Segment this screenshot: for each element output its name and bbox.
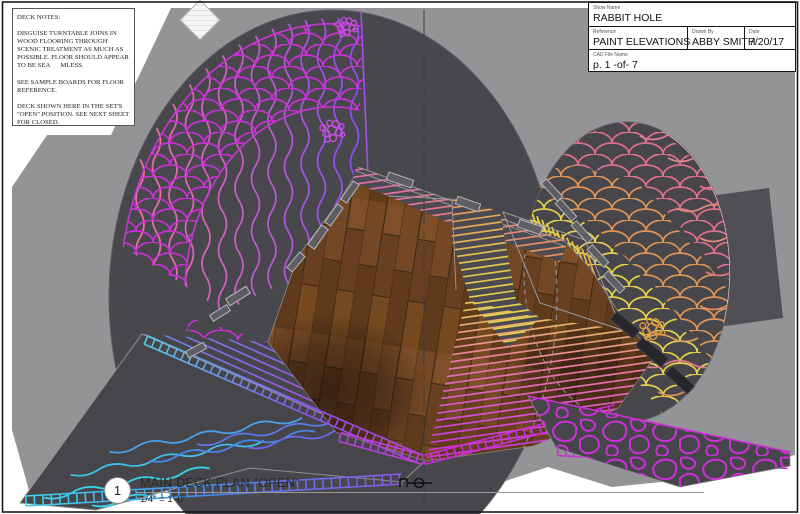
view-number-bubble: 1 [104, 477, 131, 504]
deck-notes-paragraph: SEE SAMPLE BOARDS FOR FLOOR REFERENCE. [17, 79, 130, 95]
view-scale: 1/4" = 1'-0" [140, 494, 186, 505]
deck-notes-paragraph: DISGUISE TURNTABLE JOINS IN WOOD FLOORIN… [17, 30, 130, 70]
show-name-value: RABBIT HOLE [593, 12, 795, 24]
title-block-row: Show Name RABBIT HOLE [589, 3, 795, 27]
deck-notes-heading: DECK NOTES: [17, 14, 130, 22]
date-value: 7/20/17 [749, 36, 795, 48]
show-name-cell: Show Name RABBIT HOLE [589, 3, 795, 26]
drawn-by-cell: Drawn By ABBY SMITH [687, 27, 744, 49]
cad-file-value: p. 1 -of- 7 [593, 59, 795, 71]
show-name-label: Show Name [593, 5, 795, 11]
title-block-row: Reference PAINT ELEVATIONS Drawn By ABBY… [589, 27, 795, 50]
title-block-row: CAD File Name p. 1 -of- 7 [589, 50, 795, 71]
view-title: MAIN DECK PLAN "OPEN" [140, 476, 300, 490]
deck-notes-paragraph: DECK SHOWN HERE IN THE SET'S "OPEN" POSI… [17, 103, 130, 127]
date-cell: Date 7/20/17 [744, 27, 795, 49]
cad-file-label: CAD File Name [593, 52, 795, 58]
drawn-by-label: Drawn By [692, 29, 744, 35]
title-block: Show Name RABBIT HOLE Reference PAINT EL… [588, 2, 796, 72]
view-label: 1 MAIN DECK PLAN "OPEN" 1/4" = 1'-0" [104, 474, 504, 510]
deck-notes-box: DECK NOTES: DISGUISE TURNTABLE JOINS IN … [12, 8, 135, 126]
drawing-sheet: DECK NOTES: DISGUISE TURNTABLE JOINS IN … [0, 0, 800, 514]
date-label: Date [749, 29, 795, 35]
drawn-by-value: ABBY SMITH [692, 36, 744, 48]
reference-label: Reference [593, 29, 687, 35]
reference-cell: Reference PAINT ELEVATIONS [589, 27, 687, 49]
cad-file-cell: CAD File Name p. 1 -of- 7 [589, 50, 795, 71]
reference-value: PAINT ELEVATIONS [593, 36, 687, 48]
